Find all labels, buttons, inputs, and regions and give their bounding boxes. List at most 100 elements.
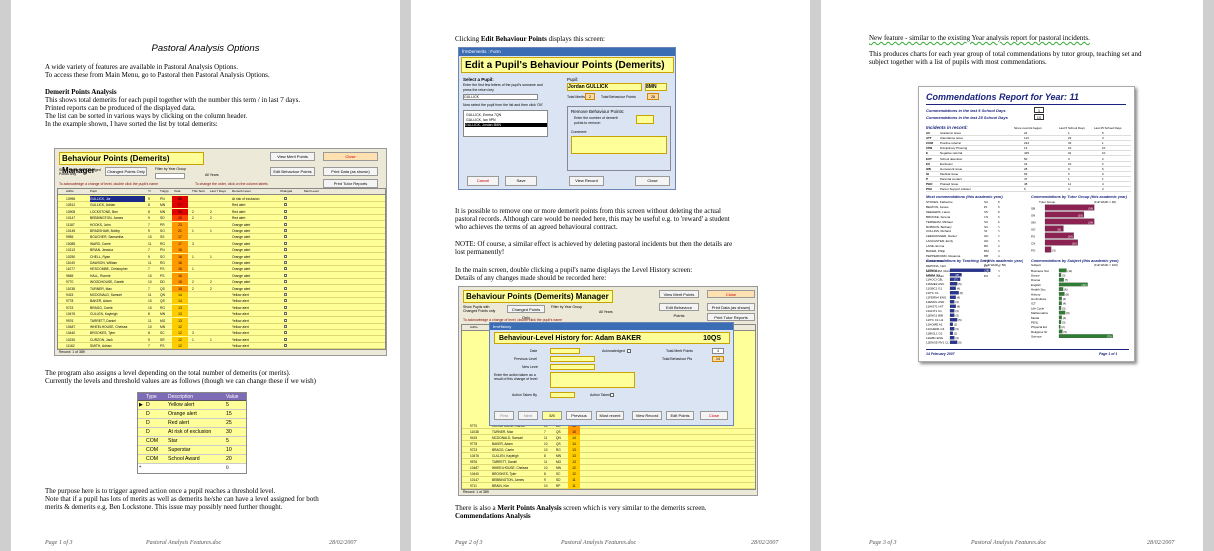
changed-checkbox[interactable] [284,305,287,309]
table-row[interactable]: 10476 CULLEN, Kayleigh 8 MN 13 Yellow alert [58,311,385,318]
table-row[interactable]: 9665 HALL, Ronnie 10 PS 16 Orange alert [58,272,385,279]
previous-button[interactable]: Previous [566,411,592,420]
list-item-selected[interactable]: GULLICK, Jordan 8MN [465,123,547,127]
date-input[interactable] [550,348,580,354]
changed-checkbox[interactable] [284,197,287,200]
changed-checkbox[interactable] [284,229,287,232]
changed-checkbox[interactable] [284,241,287,245]
changed-checkbox[interactable] [284,248,287,252]
column-header[interactable]: This Term [192,189,205,193]
table-row[interactable]: 9955 BOUCHER, Samantha 10 SS 17 Orange alert [58,234,385,241]
changed-checkbox[interactable] [284,325,287,328]
table-row[interactable]: 11038 TURNER, Max 7 QS 15 2 2 Orange alert [58,285,385,292]
changed-checkbox[interactable] [284,235,287,239]
record-navigator[interactable]: Record: 1 of 389 [59,350,85,354]
edit-behaviour-points-button[interactable]: Edit Behaviour Points [270,167,315,176]
changed-checkbox[interactable] [284,293,287,296]
changed-checkbox[interactable] [284,318,287,322]
table-row[interactable]: 9770 WOODHOUSE, Gareth 10 DD 15 2 2 Orange aler… [58,279,385,286]
view-record-button[interactable]: View Record [632,411,662,420]
table-row[interactable]: 10230 CURZON, Jack 9 SR 12 1 1 Yellow alert [58,336,385,343]
column-header[interactable]: AdNo [470,325,478,329]
levels-row[interactable]: D At risk of exclusion 30 [138,428,246,437]
column-header[interactable]: Pupil [90,189,97,193]
table-row[interactable]: 10147 BEBBINGTON, James 9 SD 26 2 2 Red alert [58,215,385,222]
next-button[interactable]: Next [518,411,538,420]
changed-checkbox[interactable] [284,261,287,264]
edit-behaviour-points-button[interactable]: Edit Behaviour Points [659,303,699,318]
column-header[interactable]: AdNo [66,189,74,193]
view-merit-points-button[interactable]: View Merit Points [270,152,315,161]
table-row[interactable]: 10145 BRADSHAW, Bobby 9 SO 21 1 1 Orange alert [58,228,385,234]
column-header[interactable]: Tutgrp [160,189,169,193]
table-row[interactable]: 10085 WARD, Carrie 11 RG 17 3 Orange alert [58,240,385,247]
changed-checkbox[interactable] [284,312,287,316]
column-header[interactable]: Last 7 Days [210,189,226,193]
column-header[interactable]: Total [174,189,180,193]
print-data-button[interactable]: Print Data (as shown) [707,303,755,311]
first-button[interactable]: First [494,411,514,420]
year-group-select[interactable] [155,173,185,179]
table-row[interactable]: 9723 BRAGG, Carrie 10 RG 13 Yellow alert [58,304,385,311]
save-button[interactable]: Save [505,176,537,186]
table-row[interactable]: 10996 GULLICK, Jor 9 PN 58 At risk of exclusi… [58,196,385,202]
remove-points-input[interactable] [636,115,654,124]
close-button[interactable]: Close [323,152,378,161]
changed-checkbox[interactable] [284,254,287,258]
table-row[interactable]: 9778 BAKER, Adam 10 QS 14 Yellow alert [58,298,385,305]
levels-row[interactable]: COM Superstar 10 [138,446,246,455]
view-merit-points-button[interactable]: View Merit Points [659,290,699,298]
changed-checkbox[interactable] [284,273,287,277]
levels-row[interactable]: D Orange alert 15 [138,410,246,419]
table-row[interactable]: 11077 HESCOMBE, Christopher 7 PS 16 1 Orange a… [58,266,385,273]
list-item[interactable]: GULLICK, Emma 7QN [466,113,501,117]
changed-checkbox[interactable] [284,280,287,284]
edit-points-button[interactable]: Edit Points [666,411,694,420]
close-button[interactable]: Close [707,290,755,298]
table-row[interactable]: 9415 MCDONALD, Samuel 11 QN 14 Yellow alert [58,292,385,298]
changed-points-only-button[interactable]: Changed Points Only [105,167,147,176]
changed-checkbox[interactable] [284,337,287,341]
levels-row[interactable]: D Red alert 25 [138,419,246,428]
action-taken-by-input[interactable] [550,392,575,398]
changed-checkbox[interactable] [284,344,287,348]
table-row[interactable]: 9711 BRAIN, Kim 10 RP 11 [462,483,755,489]
table-row[interactable]: 9976 TARRETT, Daniel 11 MG 13 Yellow alert [58,317,385,324]
action-input[interactable] [550,372,635,388]
pupil-list[interactable]: GULLICK, Emma 7QN GULLICK, Ian 9PN GULLI… [463,110,548,137]
table-row[interactable]: 10512 GULLICK, Adrian 8 MN 37 Red alert [58,202,385,209]
table-row[interactable]: 11049 DAWSON, William 11 RG 16 Orange alert [58,260,385,266]
most-recent-button[interactable]: Most recent [596,411,624,420]
previous-level-input[interactable] [550,356,595,362]
action-taken-checkbox[interactable] [610,393,614,397]
changed-checkbox[interactable] [284,209,287,213]
print-data-button[interactable]: Print Data (as shown) [323,167,378,176]
levels-row[interactable]: COM School Award 20 [138,455,246,464]
new-level-input[interactable] [550,364,595,370]
view-record-button[interactable]: View Record [569,176,604,186]
close-button[interactable]: Close [700,411,728,420]
changed-checkbox[interactable] [284,331,287,335]
changed-checkbox[interactable] [284,216,287,220]
levels-row[interactable]: COM Star 5 [138,437,246,446]
changed-checkbox[interactable] [284,222,287,226]
table-row[interactable]: 10487 WHEELHOUSE, Chelsea 10 MN 12 Yellow ale… [58,324,385,330]
table-row[interactable]: 10908 LOCKSTONE, Ben 8 MN 32 2 2 Red alert [58,208,385,215]
changed-checkbox[interactable] [284,286,287,290]
column-header[interactable]: Merit Level [304,189,319,193]
acknowledged-checkbox[interactable] [627,349,631,353]
table-row[interactable]: 10440 BROOKES, Tyler 8 SC 12 3 Yellow alert [58,330,385,337]
column-header[interactable]: Yr [148,189,151,193]
cancel-button[interactable]: Cancel [467,176,499,186]
levels-row[interactable]: D Yellow alert 5 ▶ [138,401,246,410]
levels-new-row[interactable]: 0 * [138,464,246,473]
changed-checkbox[interactable] [284,299,287,303]
changed-checkbox[interactable] [284,267,287,271]
comment-input[interactable] [571,136,667,154]
table-row[interactable]: 11162 SMITH, Adrian 7 PS 12 Yellow alert [58,343,385,349]
print-tutor-reports-button[interactable]: Print Tutor Reports [707,313,755,321]
print-tutor-reports-button[interactable]: Print Tutor Reports [323,179,378,188]
list-item[interactable]: GULLICK, Ian 9PN [466,118,496,122]
table-row[interactable]: 10113 BRIAN, Jessica 7 PN 16 Orange alert [58,247,385,254]
changed-points-only-button[interactable]: Changed Points Only [507,305,545,320]
